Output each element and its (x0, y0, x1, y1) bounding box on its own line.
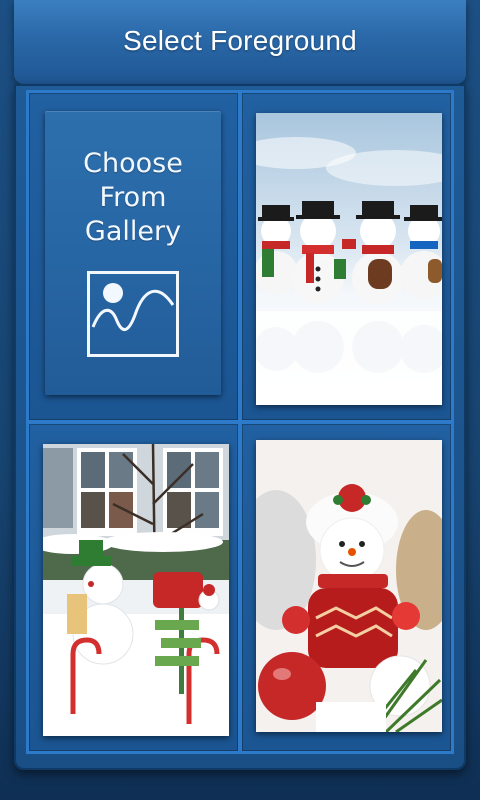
thumbnail-cell-1[interactable] (242, 93, 451, 420)
snowmen-image (256, 113, 442, 405)
image-icon (87, 271, 179, 357)
choose-from-gallery-button[interactable]: Choose From Gallery (45, 111, 221, 395)
header-bar: Select Foreground (14, 0, 466, 84)
ornament-image (256, 440, 442, 732)
foreground-grid: Choose From Gallery (26, 90, 454, 754)
thumbnail-snowmen-band[interactable] (256, 113, 442, 405)
yard-image (43, 444, 229, 736)
thumbnail-cell-3[interactable] (242, 424, 451, 751)
gallery-label: Choose From Gallery (83, 148, 183, 247)
thumbnail-cell-2[interactable] (29, 424, 238, 751)
page-title: Select Foreground (123, 25, 357, 56)
thumbnail-snowman-ornament[interactable] (256, 440, 442, 732)
choose-from-gallery-cell[interactable]: Choose From Gallery (29, 93, 238, 420)
thumbnail-snowy-yard[interactable] (43, 444, 229, 736)
